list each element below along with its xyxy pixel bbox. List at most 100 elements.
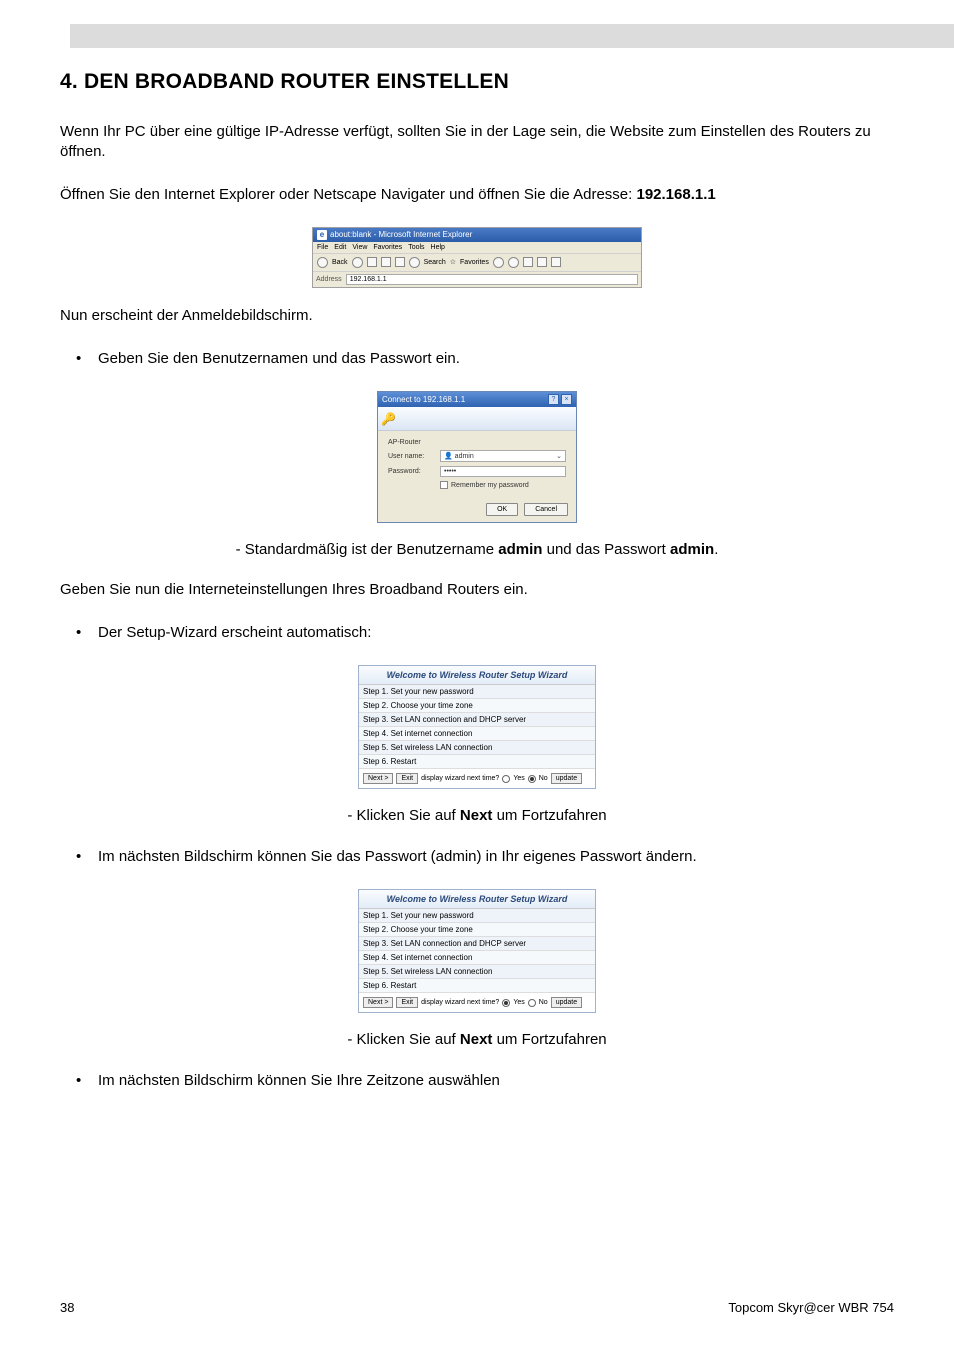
ok-button[interactable]: OK xyxy=(486,503,518,516)
login-appears-paragraph: Nun erscheint der Anmeldebildschirm. xyxy=(60,306,894,326)
update-button[interactable]: update xyxy=(551,773,582,784)
bullet-list-2: Der Setup-Wizard erscheint automatisch: xyxy=(60,622,894,643)
note-text-6: - Klicken Sie auf xyxy=(347,1031,460,1048)
default-password: admin xyxy=(670,541,714,558)
open-browser-paragraph: Öffnen Sie den Internet Explorer oder Ne… xyxy=(60,185,894,205)
login-dialog-figure: Connect to 192.168.1.1 ? × 🔑 AP-Router U… xyxy=(60,391,894,523)
back-icon[interactable] xyxy=(317,257,328,268)
exit-button-2[interactable]: Exit xyxy=(396,997,418,1008)
password-label: Password: xyxy=(388,468,434,475)
page-footer: 38 Topcom Skyr@cer WBR 754 xyxy=(60,1300,894,1315)
radio-no-label: No xyxy=(539,775,548,782)
username-input[interactable]: 👤 admin ⌄ xyxy=(440,450,566,462)
ie-menu-view[interactable]: View xyxy=(352,244,367,251)
address-input[interactable]: 192.168.1.1 xyxy=(346,274,638,285)
wizard-footer: Next > Exit display wizard next time? Ye… xyxy=(359,769,595,788)
exit-button[interactable]: Exit xyxy=(396,773,418,784)
wizard-step-4: Step 4. Set internet connection xyxy=(359,727,595,741)
media-icon[interactable] xyxy=(493,257,504,268)
ie-menu-favorites[interactable]: Favorites xyxy=(373,244,402,251)
login-realm: AP-Router xyxy=(388,439,566,446)
wizard-step-5: Step 5. Set wireless LAN connection xyxy=(359,741,595,755)
radio-yes[interactable] xyxy=(502,775,510,783)
wizard-title-2: Welcome to Wireless Router Setup Wizard xyxy=(359,890,595,909)
ie-menu-file[interactable]: File xyxy=(317,244,328,251)
update-button-2[interactable]: update xyxy=(551,997,582,1008)
wizard-figure-2: Welcome to Wireless Router Setup Wizard … xyxy=(60,889,894,1013)
next-button[interactable]: Next > xyxy=(363,773,393,784)
chevron-down-icon[interactable]: ⌄ xyxy=(556,452,562,460)
note-text-3: . xyxy=(714,541,718,558)
next-button-2[interactable]: Next > xyxy=(363,997,393,1008)
history-icon[interactable] xyxy=(508,257,519,268)
note-text: - Standardmäßig ist der Benutzername xyxy=(236,541,499,558)
wizard2-step-3: Step 3. Set LAN connection and DHCP serv… xyxy=(359,937,595,951)
radio-yes-2[interactable] xyxy=(502,999,510,1007)
wizard2-step-2: Step 2. Choose your time zone xyxy=(359,923,595,937)
forward-icon[interactable] xyxy=(352,257,363,268)
next-bold-1: Next xyxy=(460,807,493,824)
home-icon[interactable] xyxy=(395,257,405,267)
router-ip: 192.168.1.1 xyxy=(636,186,715,203)
wizard-figure-1: Welcome to Wireless Router Setup Wizard … xyxy=(60,665,894,789)
ie-menu-edit[interactable]: Edit xyxy=(334,244,346,251)
stop-icon[interactable] xyxy=(367,257,377,267)
ie-menu-tools[interactable]: Tools xyxy=(408,244,424,251)
click-next-note-1: - Klicken Sie auf Next um Fortzufahren xyxy=(60,807,894,824)
radio-no-label-2: No xyxy=(539,999,548,1006)
cancel-button[interactable]: Cancel xyxy=(524,503,568,516)
username-label: User name: xyxy=(388,453,434,460)
ie-window: e about:blank - Microsoft Internet Explo… xyxy=(312,227,642,288)
help-icon[interactable]: ? xyxy=(548,394,559,405)
page-number: 38 xyxy=(60,1300,74,1315)
ie-app-icon: e xyxy=(317,230,327,240)
refresh-icon[interactable] xyxy=(381,257,391,267)
wizard-step-6: Step 6. Restart xyxy=(359,755,595,769)
bullet-timezone: Im nächsten Bildschirm können Sie Ihre Z… xyxy=(98,1070,894,1091)
wizard-step-3: Step 3. Set LAN connection and DHCP serv… xyxy=(359,713,595,727)
next-bold-2: Next xyxy=(460,1031,493,1048)
wizard-prompt: display wizard next time? xyxy=(421,775,499,782)
wizard-title: Welcome to Wireless Router Setup Wizard xyxy=(359,666,595,685)
radio-no-2[interactable] xyxy=(528,999,536,1007)
favorites-label: Favorites xyxy=(460,259,489,266)
default-username: admin xyxy=(498,541,542,558)
ie-screenshot-figure: e about:blank - Microsoft Internet Explo… xyxy=(60,227,894,288)
bullet-list-3: Im nächsten Bildschirm können Sie das Pa… xyxy=(60,846,894,867)
username-value: admin xyxy=(455,453,474,460)
remember-checkbox[interactable] xyxy=(440,481,448,489)
radio-no[interactable] xyxy=(528,775,536,783)
bullet-wizard-appears: Der Setup-Wizard erscheint automatisch: xyxy=(98,622,894,643)
radio-yes-label-2: Yes xyxy=(513,999,524,1006)
ie-toolbar[interactable]: Back Search ☆ Favorites xyxy=(313,254,641,272)
note-text-2: und das Passwort xyxy=(542,541,670,558)
remember-checkbox-row[interactable]: Remember my password xyxy=(440,481,566,489)
wizard-window-2: Welcome to Wireless Router Setup Wizard … xyxy=(358,889,596,1013)
click-next-note-2: - Klicken Sie auf Next um Fortzufahren xyxy=(60,1031,894,1048)
mail-icon[interactable] xyxy=(523,257,533,267)
key-icon: 🔑 xyxy=(381,412,396,426)
login-titlebar: Connect to 192.168.1.1 ? × xyxy=(378,392,576,407)
address-label: Address xyxy=(316,276,342,283)
password-input[interactable]: ••••• xyxy=(440,466,566,477)
ie-menu-help[interactable]: Help xyxy=(431,244,445,251)
grey-banner xyxy=(70,24,954,48)
note-text-5: um Fortzufahren xyxy=(492,807,606,824)
favorites-icon[interactable]: ☆ xyxy=(450,258,456,266)
search-label: Search xyxy=(424,259,446,266)
ie-titlebar: e about:blank - Microsoft Internet Explo… xyxy=(313,228,641,242)
login-dialog: Connect to 192.168.1.1 ? × 🔑 AP-Router U… xyxy=(377,391,577,523)
print-icon[interactable] xyxy=(537,257,547,267)
wizard-window: Welcome to Wireless Router Setup Wizard … xyxy=(358,665,596,789)
ie-title-text: about:blank - Microsoft Internet Explore… xyxy=(330,230,472,239)
wizard-prompt-2: display wizard next time? xyxy=(421,999,499,1006)
search-icon[interactable] xyxy=(409,257,420,268)
wizard2-step-5: Step 5. Set wireless LAN connection xyxy=(359,965,595,979)
bullet-list-4: Im nächsten Bildschirm können Sie Ihre Z… xyxy=(60,1070,894,1091)
wizard2-step-6: Step 6. Restart xyxy=(359,979,595,993)
close-icon[interactable]: × xyxy=(561,394,572,405)
ie-menubar[interactable]: File Edit View Favorites Tools Help xyxy=(313,242,641,254)
back-label: Back xyxy=(332,259,348,266)
edit-icon[interactable] xyxy=(551,257,561,267)
enter-settings-paragraph: Geben Sie nun die Interneteinstellungen … xyxy=(60,580,894,600)
